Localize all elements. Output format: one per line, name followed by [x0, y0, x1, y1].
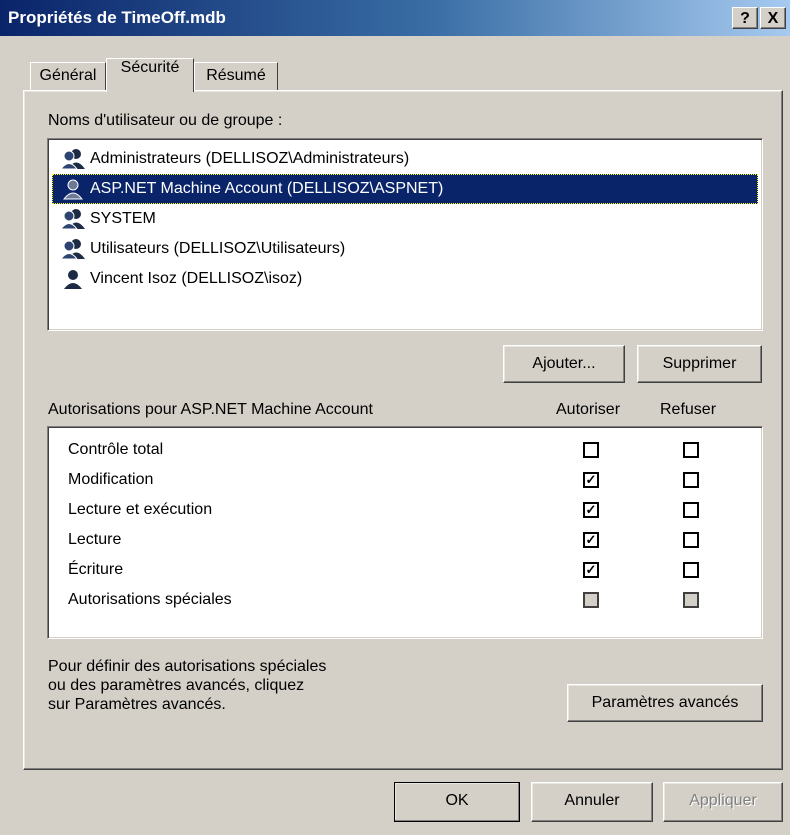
group-icon	[60, 238, 85, 260]
permission-row: Lecture	[68, 525, 121, 555]
tab-securite[interactable]: Sécurité	[106, 58, 194, 92]
user-name: Vincent Isoz (DELLISOZ\isoz)	[90, 270, 303, 287]
ok-button[interactable]: OK	[394, 782, 520, 822]
list-item[interactable]: Utilisateurs (DELLISOZ\Utilisateurs)	[52, 234, 758, 264]
advanced-button-label: Paramètres avancés	[591, 694, 739, 711]
tab-general[interactable]: Général	[30, 62, 106, 90]
help-button[interactable]: ?	[732, 7, 758, 29]
cancel-label: Annuler	[564, 792, 620, 809]
permissions-list[interactable]: Contrôle total Modification Lecture et e…	[47, 426, 763, 639]
permissions-label: Autorisations pour ASP.NET Machine Accou…	[48, 401, 373, 418]
user-name: ASP.NET Machine Account (DELLISOZ\ASPNET…	[90, 180, 444, 197]
user-name: SYSTEM	[90, 210, 156, 227]
user-icon	[62, 179, 84, 200]
cancel-button[interactable]: Annuler	[531, 782, 653, 822]
user-name: Utilisateurs (DELLISOZ\Utilisateurs)	[90, 240, 346, 257]
users-label-text: Noms d'utilisateur ou de groupe :	[48, 112, 283, 129]
allow-checkbox-ecriture[interactable]: ✓	[583, 562, 599, 578]
advanced-settings-button[interactable]: Paramètres avancés	[567, 684, 763, 722]
apply-label: Appliquer	[689, 792, 757, 809]
remove-button[interactable]: Supprimer	[637, 345, 762, 383]
advanced-text-line: Pour définir des autorisations spéciales	[48, 658, 327, 675]
window-title: Propriétés de TimeOff.mdb	[8, 8, 226, 27]
close-button[interactable]: X	[760, 7, 786, 29]
allow-checkbox-controle-total[interactable]	[583, 442, 599, 458]
users-listbox[interactable]: Administrateurs (DELLISOZ\Administrateur…	[47, 138, 763, 331]
allow-checkbox-lecture-execution[interactable]: ✓	[583, 502, 599, 518]
allow-header: Autoriser	[556, 401, 621, 418]
advanced-help-text: Pour définir des autorisations spéciales…	[48, 657, 326, 714]
permission-name: Contrôle total	[68, 441, 164, 458]
list-item[interactable]: SYSTEM	[52, 204, 758, 234]
add-button-label: Ajouter...	[532, 355, 596, 372]
deny-checkbox-controle-total[interactable]	[683, 442, 699, 458]
deny-checkbox-ecriture[interactable]	[683, 562, 699, 578]
permission-row: Autorisations spéciales	[68, 585, 232, 615]
list-item[interactable]: Vincent Isoz (DELLISOZ\isoz)	[52, 264, 758, 294]
deny-checkbox-lecture-execution[interactable]	[683, 502, 699, 518]
tab-resume-label: Résumé	[206, 67, 266, 84]
tab-resume[interactable]: Résumé	[194, 62, 278, 90]
allow-checkbox-modification[interactable]: ✓	[583, 472, 599, 488]
tab-securite-label: Sécurité	[120, 59, 180, 76]
deny-checkbox-speciales	[683, 592, 699, 608]
permission-name: Autorisations spéciales	[68, 591, 232, 608]
group-icon	[60, 208, 85, 230]
user-name: Administrateurs (DELLISOZ\Administrateur…	[90, 150, 410, 167]
allow-checkbox-speciales	[583, 592, 599, 608]
list-item-selected[interactable]: ASP.NET Machine Account (DELLISOZ\ASPNET…	[52, 174, 758, 204]
permission-name: Écriture	[68, 561, 124, 578]
advanced-text-line: ou des paramètres avancés, cliquez	[48, 677, 305, 694]
permission-row: Modification	[68, 465, 153, 495]
advanced-text-line: sur Paramètres avancés.	[48, 696, 226, 713]
user-icon	[64, 269, 82, 289]
title-bar[interactable]: Propriétés de TimeOff.mdb ? X	[0, 0, 790, 36]
allow-checkbox-lecture[interactable]: ✓	[583, 532, 599, 548]
deny-checkbox-modification[interactable]	[683, 472, 699, 488]
list-item[interactable]: Administrateurs (DELLISOZ\Administrateur…	[52, 144, 758, 174]
add-button[interactable]: Ajouter...	[503, 345, 625, 383]
permission-name: Lecture et exécution	[68, 501, 213, 518]
permission-name: Lecture	[68, 531, 122, 548]
deny-checkbox-lecture[interactable]	[683, 532, 699, 548]
permission-row: Lecture et exécution	[68, 495, 212, 525]
ok-label: OK	[445, 792, 469, 809]
apply-button[interactable]: Appliquer	[663, 782, 783, 822]
permission-row: Contrôle total	[68, 435, 163, 465]
permission-row: Écriture	[68, 555, 123, 585]
tab-general-label: Général	[39, 67, 97, 84]
deny-header: Refuser	[660, 401, 717, 418]
group-icon	[60, 148, 85, 170]
users-label: Noms d'utilisateur ou de groupe :	[48, 112, 282, 130]
permission-name: Modification	[68, 471, 154, 488]
remove-button-label: Supprimer	[662, 355, 737, 372]
